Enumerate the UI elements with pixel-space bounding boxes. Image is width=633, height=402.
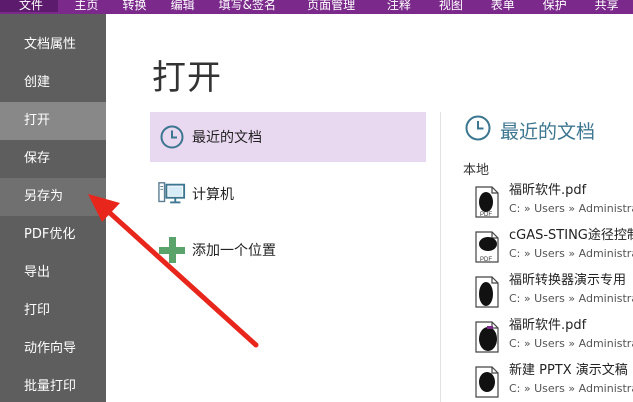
computer-icon: [158, 180, 186, 208]
pdf-file-icon: [475, 276, 499, 308]
recent-file-item[interactable]: 福昕转换器演示专用 C: » Users » Administrat: [470, 272, 633, 316]
svg-text:PDF: PDF: [480, 212, 492, 218]
pdf-file-icon: PDF: [475, 231, 499, 263]
file-path: C: » Users » Administrat: [509, 292, 633, 305]
sidebar-item-batch-print[interactable]: 批量打印: [0, 368, 106, 402]
file-path: C: » Users » Administrat: [509, 247, 633, 260]
clock-icon: [158, 123, 186, 151]
open-option-add-place[interactable]: 添加一个位置: [150, 225, 426, 275]
file-name: 福昕转换器演示专用: [509, 273, 627, 288]
recent-file-item[interactable]: PDF cGAS-STING途径控制 C: » Users » Administ…: [470, 227, 633, 271]
tab-protect[interactable]: 保护: [543, 0, 595, 12]
open-option-computer[interactable]: 计算机: [150, 169, 426, 219]
file-menu-sidebar: 文档属性 创建 打开 保存 另存为 PDF优化 导出 打印 动作向导 批量打印: [0, 14, 106, 402]
sidebar-item-action-wizard[interactable]: 动作向导: [0, 330, 106, 368]
sidebar-item-pdf-optimize[interactable]: PDF优化: [0, 216, 106, 254]
recent-file-item[interactable]: PDF 福昕软件.pdf C: » Users » Administrat: [470, 182, 633, 226]
tab-convert[interactable]: 转换: [123, 0, 171, 12]
recent-documents-header: 最近的文档: [464, 114, 595, 146]
clock-icon: [464, 114, 492, 146]
tab-comment[interactable]: 注释: [387, 0, 439, 12]
open-option-label: 最近的文档: [192, 130, 262, 146]
local-section-label: 本地: [463, 163, 490, 178]
page-title: 打开: [152, 58, 222, 98]
file-path: C: » Users » Administrat: [509, 382, 633, 395]
tab-share[interactable]: 共享: [595, 0, 633, 12]
recent-file-item[interactable]: 新建 PPTX 演示文稿 C: » Users » Administrat: [470, 362, 633, 402]
tab-file[interactable]: 文件: [0, 0, 59, 12]
tab-fill-sign[interactable]: 填写&签名: [219, 0, 307, 12]
file-path: C: » Users » Administrat: [509, 202, 633, 215]
pdf-file-icon: PDF: [475, 186, 499, 218]
sidebar-item-open[interactable]: 打开: [0, 102, 106, 140]
ribbon-tab-bar: 文件 主页 转换 编辑 填写&签名 页面管理 注释 视图 表单 保护 共享: [0, 0, 633, 14]
tab-home[interactable]: 主页: [58, 0, 122, 12]
recent-documents-title: 最近的文档: [500, 120, 596, 143]
sidebar-item-create[interactable]: 创建: [0, 64, 106, 102]
sidebar-item-save[interactable]: 保存: [0, 140, 106, 178]
recent-file-item[interactable]: 福昕软件.pdf C: » Users » Administrat: [470, 317, 633, 361]
file-name: cGAS-STING途径控制: [509, 228, 633, 243]
pdf-file-icon: [475, 366, 499, 398]
tab-view[interactable]: 视图: [439, 0, 491, 12]
sidebar-item-print[interactable]: 打印: [0, 292, 106, 330]
tab-form[interactable]: 表单: [491, 0, 543, 12]
tab-page-management[interactable]: 页面管理: [307, 0, 387, 12]
panel-divider: [440, 112, 441, 402]
open-option-label: 计算机: [192, 187, 234, 203]
svg-text:PDF: PDF: [480, 257, 492, 263]
sidebar-item-document-properties[interactable]: 文档属性: [0, 26, 106, 64]
app-window: 文件 主页 转换 编辑 填写&签名 页面管理 注释 视图 表单 保护 共享 文档…: [0, 0, 633, 402]
file-name: 福昕软件.pdf: [509, 183, 587, 198]
open-option-label: 添加一个位置: [192, 243, 276, 259]
file-path: C: » Users » Administrat: [509, 337, 633, 350]
file-name: 新建 PPTX 演示文稿: [509, 363, 628, 378]
sidebar-item-save-as[interactable]: 另存为: [0, 178, 106, 216]
sidebar-item-export[interactable]: 导出: [0, 254, 106, 292]
tab-edit[interactable]: 编辑: [171, 0, 219, 12]
pdf-file-icon: [475, 321, 499, 353]
open-option-recent[interactable]: 最近的文档: [150, 112, 426, 162]
file-name: 福昕软件.pdf: [509, 318, 587, 333]
plus-icon: [158, 236, 186, 264]
